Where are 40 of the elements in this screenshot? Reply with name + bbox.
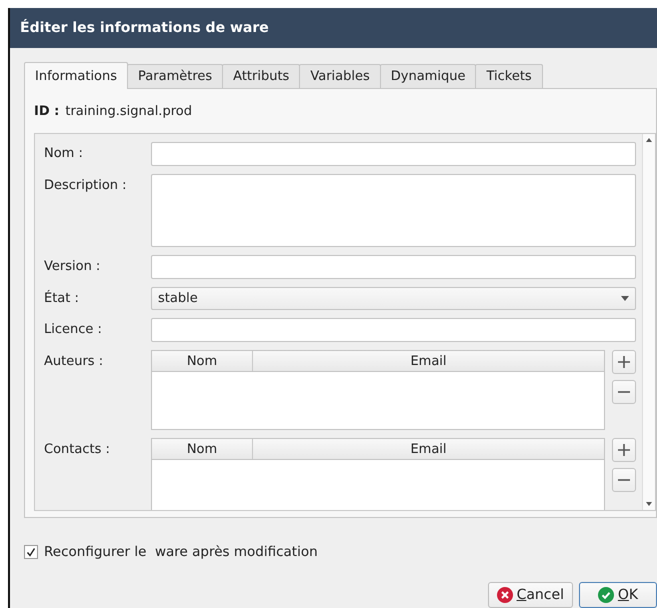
checkbox[interactable] (24, 545, 38, 559)
add-button[interactable] (612, 438, 636, 462)
column-header[interactable]: Nom (152, 439, 253, 459)
field-label: Auteurs : (44, 353, 104, 369)
input-field[interactable] (151, 255, 636, 279)
plus-icon (617, 443, 631, 457)
field-label: Version : (44, 258, 102, 274)
cancel-button[interactable]: Cancel (488, 582, 573, 608)
field-label: Nom : (44, 145, 84, 161)
tab[interactable]: Attributs (222, 64, 300, 88)
field-label: Description : (44, 177, 128, 193)
id-label: ID : (34, 104, 60, 118)
ok-button[interactable]: OK (579, 582, 657, 608)
list-table[interactable]: Nom Email (151, 350, 605, 430)
tab[interactable]: Tickets (475, 64, 543, 88)
field-label: Licence : (44, 321, 103, 337)
column-header[interactable]: Nom (152, 351, 253, 371)
column-header[interactable]: Email (253, 351, 604, 371)
dropdown-arrow-icon (621, 296, 629, 301)
remove-button[interactable] (612, 380, 636, 404)
state-dropdown[interactable]: stable (151, 287, 636, 310)
plus-icon (617, 355, 631, 369)
cancel-icon (496, 587, 513, 603)
tab[interactable]: Variables (299, 64, 381, 88)
tab[interactable]: Dynamique (380, 64, 476, 88)
checkbox-label: Reconfigurer le ware après modification (44, 544, 318, 560)
column-header[interactable]: Email (253, 439, 604, 459)
field-label: État : (44, 289, 80, 306)
window-title: Éditer les informations de ware (20, 20, 269, 36)
id-value: training.signal.prod (65, 104, 192, 118)
tab[interactable]: Paramètres (127, 64, 224, 88)
tab[interactable]: Informations (24, 62, 128, 89)
list-table[interactable]: Nom Email (151, 438, 605, 510)
scrollbar[interactable] (642, 134, 655, 510)
field-label: Contacts : (44, 441, 111, 457)
add-button[interactable] (612, 350, 636, 374)
remove-button[interactable] (612, 468, 636, 492)
input-field[interactable] (151, 142, 636, 166)
check-icon (598, 587, 614, 603)
input-field[interactable] (151, 318, 636, 342)
